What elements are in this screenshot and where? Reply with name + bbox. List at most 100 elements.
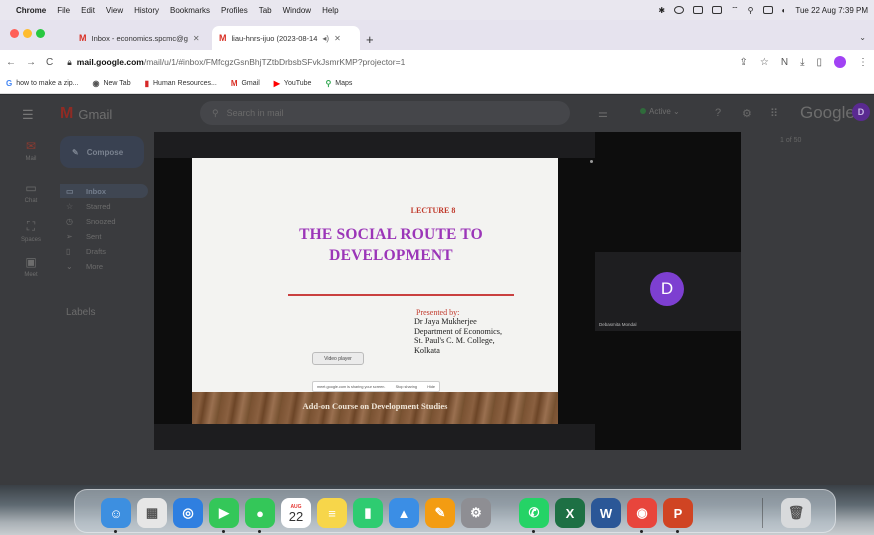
bookmark-label: New Tab <box>103 80 131 87</box>
hide-button[interactable]: Hide <box>427 385 435 389</box>
download-icon[interactable]: ⤓ <box>800 57 804 68</box>
dock-keynote-icon[interactable]: ▲ <box>389 498 419 528</box>
stop-sharing-button[interactable]: Stop sharing <box>396 385 417 389</box>
profile-avatar[interactable] <box>834 56 846 68</box>
tab-close-icon[interactable]: ✕ <box>334 34 341 43</box>
dock-facetime-icon[interactable]: ▶ <box>209 498 239 528</box>
dock-pages-icon[interactable]: ✎ <box>425 498 455 528</box>
folder-more[interactable]: ⌄ More <box>60 259 148 273</box>
folder-starred[interactable]: ☆ Starred <box>60 199 148 213</box>
extension-icon[interactable]: N <box>781 57 788 68</box>
menu-app-name[interactable]: Chrome <box>16 6 46 15</box>
folder-sent[interactable]: ➢ Sent <box>60 229 148 243</box>
dock-system-settings-icon[interactable]: ⚙ <box>461 498 491 528</box>
slide-title-line: THE SOCIAL ROUTE TO <box>299 226 483 243</box>
viewer-top-bar <box>154 132 595 158</box>
dock-trash-icon[interactable]: 🗑 <box>781 498 811 528</box>
google-icon: G <box>6 79 13 88</box>
tab-inbox[interactable]: M Inbox - economics.spcmc@g ✕ <box>72 26 210 50</box>
folder-drafts[interactable]: ▯ Drafts <box>60 244 148 258</box>
forward-arrow-icon[interactable]: → <box>26 57 36 68</box>
video-player-tooltip[interactable]: Video player <box>312 352 364 365</box>
folder-snoozed[interactable]: ◷ Snoozed <box>60 214 148 228</box>
bookmark-youtube[interactable]: ▶ YouTube <box>274 79 312 88</box>
presenter-college: St. Paul's C. M. College, <box>414 336 495 346</box>
dock-numbers-icon[interactable]: ▮ <box>353 498 383 528</box>
menu-view[interactable]: View <box>106 6 123 15</box>
dock-powerpoint-icon[interactable]: P <box>663 498 693 528</box>
siri-icon[interactable]: ◐ <box>782 6 787 15</box>
dock-running-indicator <box>676 530 679 533</box>
menu-history[interactable]: History <box>134 6 159 15</box>
control-center-icon[interactable] <box>762 6 773 14</box>
search-options-icon[interactable]: ⚌ <box>598 107 608 120</box>
bookmark-new-tab[interactable]: ◉ New Tab <box>93 79 131 88</box>
audio-playing-icon[interactable]: ◂) <box>322 34 329 43</box>
menu-file[interactable]: File <box>57 6 70 15</box>
display-icon[interactable] <box>693 6 704 14</box>
folder-inbox[interactable]: ▭ Inbox <box>60 184 148 198</box>
bookmark-maps[interactable]: ⚲ Maps <box>325 79 352 88</box>
more-menu-icon[interactable]: ⋮ <box>858 57 868 68</box>
tab-close-icon[interactable]: ✕ <box>193 34 200 43</box>
dock-excel-icon[interactable]: X <box>555 498 585 528</box>
side-panel-icon[interactable]: ▯ <box>816 57 822 68</box>
folder-label: More <box>86 261 104 271</box>
settings-gear-icon[interactable]: ⚙ <box>742 107 752 120</box>
bookmark-star-icon[interactable]: ☆ <box>760 57 769 68</box>
zoom-window-button[interactable] <box>36 29 45 38</box>
battery-icon[interactable] <box>712 6 723 14</box>
dock-notes-icon[interactable]: ≡ <box>317 498 347 528</box>
menu-window[interactable]: Window <box>283 6 311 15</box>
menu-help[interactable]: Help <box>322 6 338 15</box>
menu-bookmarks[interactable]: Bookmarks <box>170 6 210 15</box>
menu-tab[interactable]: Tab <box>259 6 272 15</box>
folder-label: Starred <box>86 201 111 211</box>
rail-spaces[interactable]: ⛶ Spaces <box>14 219 48 243</box>
dock-whatsapp-icon[interactable]: ✆ <box>519 498 549 528</box>
menu-edit[interactable]: Edit <box>81 6 95 15</box>
participant-avatar: D <box>650 272 684 306</box>
inbox-icon: ▭ <box>66 186 74 196</box>
compose-button[interactable]: ✎ Compose <box>60 136 144 168</box>
slide-title: THE SOCIAL ROUTE TO DEVELOPMENT <box>208 224 558 266</box>
bookmark-hr[interactable]: ▮ Human Resources... <box>145 79 217 88</box>
apps-grid-icon[interactable]: ⠿ <box>770 107 778 120</box>
screen-record-icon[interactable] <box>674 6 685 14</box>
rail-meet[interactable]: ▣ Meet <box>14 255 48 278</box>
new-tab-button[interactable]: + <box>366 32 374 47</box>
tab-search-chevron-icon[interactable]: ⌄ <box>859 33 866 42</box>
bookmark-gmail[interactable]: M Gmail <box>231 79 260 88</box>
help-icon[interactable]: ? <box>715 107 721 119</box>
participant-tile[interactable]: D Debasmita Mondal <box>595 252 741 331</box>
dock-chrome-icon[interactable]: ◉ <box>627 498 657 528</box>
back-arrow-icon[interactable]: ← <box>6 57 16 68</box>
dock-word-icon[interactable]: W <box>591 498 621 528</box>
gmail-logo[interactable]: M Gmail <box>60 105 112 123</box>
status-indicator[interactable]: Active ⌄ <box>640 107 680 116</box>
address-bar[interactable]: 🔒︎ mail.google.com/mail/u/1/#inbox/FMfcg… <box>67 57 405 68</box>
dock-launchpad-icon[interactable]: ▦ <box>137 498 167 528</box>
dock-safari-icon[interactable]: ◎ <box>173 498 203 528</box>
menu-clock[interactable]: Tue 22 Aug 7:39 PM <box>795 6 868 15</box>
dock-messages-icon[interactable]: ● <box>245 498 275 528</box>
search-input[interactable]: ⚲ Search in mail <box>200 101 570 125</box>
rail-mail[interactable]: ✉ Mail <box>14 139 48 162</box>
search-placeholder: Search in mail <box>226 108 284 118</box>
close-window-button[interactable] <box>10 29 19 38</box>
bluetooth-icon[interactable]: ✱ <box>658 6 665 15</box>
minimize-window-button[interactable] <box>23 29 32 38</box>
share-icon[interactable]: ⇪ <box>739 57 747 68</box>
dock-finder-icon[interactable]: ☺ <box>101 498 131 528</box>
hamburger-menu-icon[interactable]: ☰ <box>22 107 34 123</box>
wifi-icon[interactable]: ⌔ <box>731 5 739 15</box>
menu-profiles[interactable]: Profiles <box>221 6 248 15</box>
video-viewer[interactable]: LECTURE 8 THE SOCIAL ROUTE TO DEVELOPMEN… <box>154 132 741 450</box>
bookmark-zip[interactable]: Ghow to make a zip... <box>6 79 79 88</box>
account-avatar[interactable]: D <box>852 103 870 121</box>
tab-video[interactable]: M liau-hnrs-ijuo (2023-08-14 ◂) ✕ <box>212 26 360 50</box>
reload-icon[interactable]: C <box>46 57 53 68</box>
spotlight-search-icon[interactable]: ⚲ <box>748 6 754 15</box>
dock-calendar-icon[interactable]: AUG 22 <box>281 498 311 528</box>
rail-chat[interactable]: ▭ Chat <box>14 181 48 204</box>
